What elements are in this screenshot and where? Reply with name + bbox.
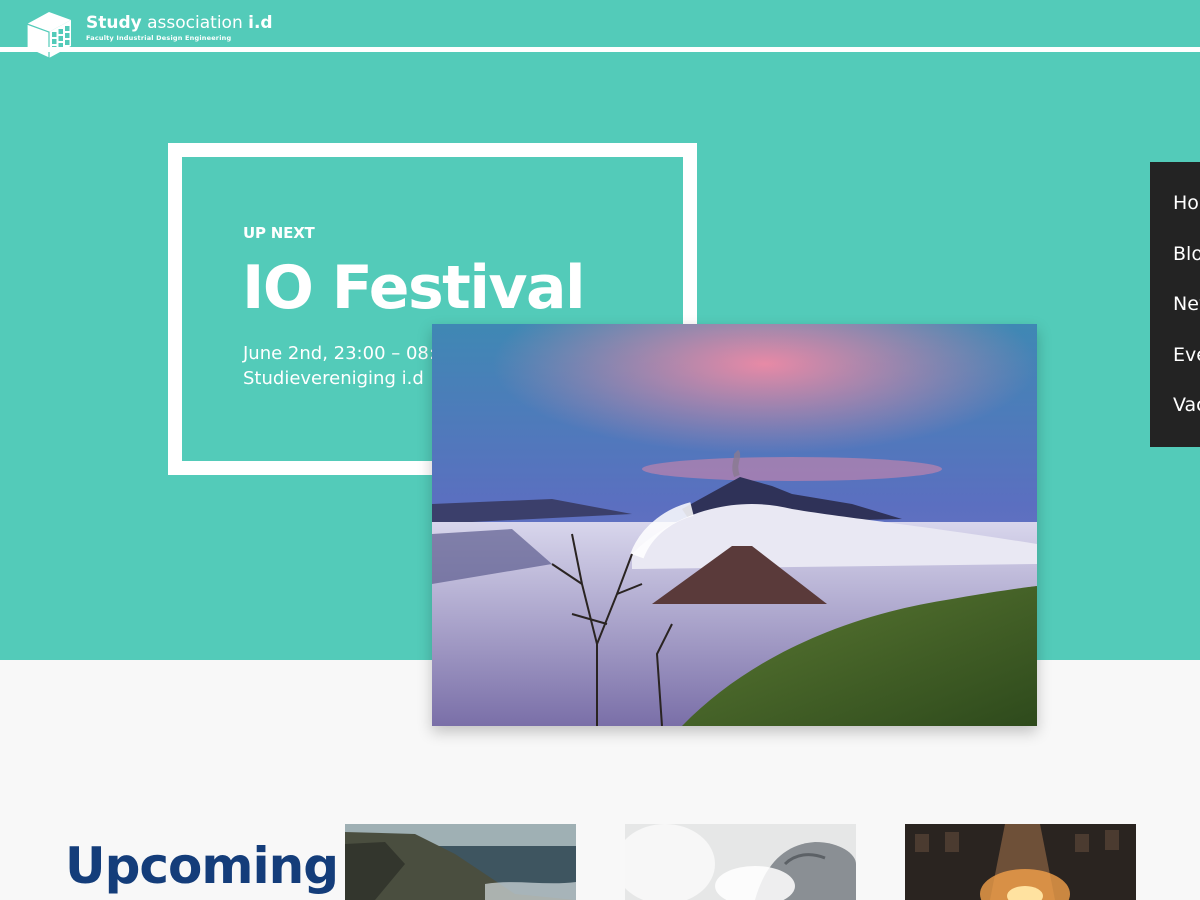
brand-suffix: i.d: [248, 13, 273, 33]
side-navigation: Home Blog News Events Vacancies: [1150, 162, 1200, 447]
upcoming-heading: Upcoming: [65, 837, 339, 895]
brand-logotype[interactable]: Study association i.d Faculty Industrial…: [86, 13, 273, 42]
featured-volcano-image[interactable]: [432, 324, 1037, 726]
nav-item-home[interactable]: Home: [1150, 190, 1200, 241]
brand-bold: Study: [86, 13, 142, 33]
brand-subtitle: Faculty Industrial Design Engineering: [86, 34, 232, 42]
nav-item-events[interactable]: Events: [1150, 342, 1200, 393]
nav-item-vacancies[interactable]: Vacancies: [1150, 392, 1200, 443]
up-next-title[interactable]: IO Festival: [242, 252, 586, 324]
brand-light: association: [147, 13, 243, 33]
nav-item-news[interactable]: News: [1150, 291, 1200, 342]
upcoming-card-3[interactable]: [905, 824, 1136, 900]
brand-title: Study association i.d: [86, 13, 273, 33]
sunset-street-photo: [905, 824, 1136, 900]
misty-rock-photo: [625, 824, 856, 900]
up-next-label: UP NEXT: [243, 224, 315, 242]
cube-grid-logo-icon[interactable]: [25, 10, 73, 60]
upcoming-card-2[interactable]: [625, 824, 856, 900]
upcoming-card-1[interactable]: [345, 824, 576, 900]
nav-item-blog[interactable]: Blog: [1150, 241, 1200, 292]
top-bar: Study association i.d Faculty Industrial…: [0, 0, 1200, 59]
header-divider: [0, 47, 1200, 52]
coastal-cliffs-photo: [345, 824, 576, 900]
